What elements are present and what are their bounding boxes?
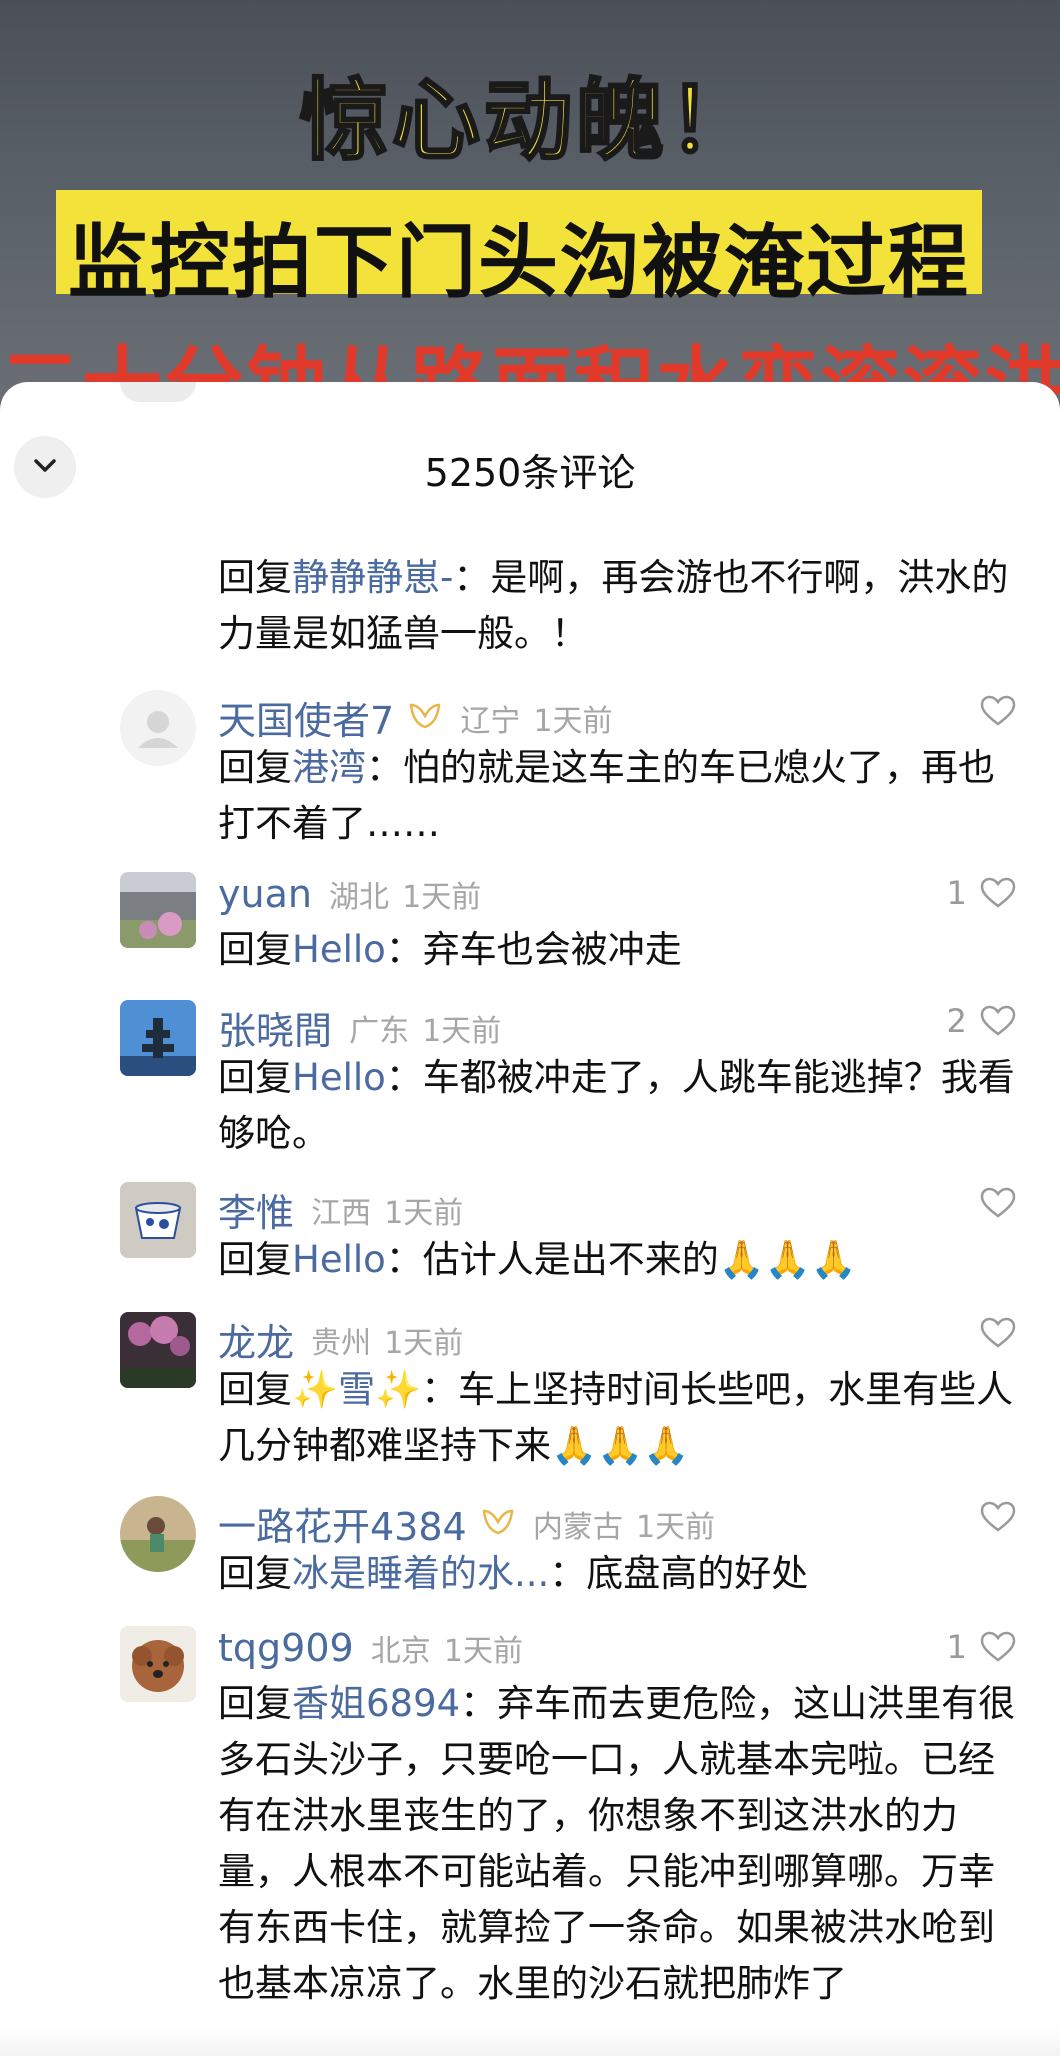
comment-text: ：弃车而去更危险，这山洪里有很多石头沙子，只要呛一口，人就基本完啦。已经有在洪水… bbox=[218, 1682, 1016, 2005]
comment-body: 回复✨雪✨：车上坚持时间长些吧，水里有些人几分钟都难坚持下来🙏🙏🙏 bbox=[218, 1362, 1018, 1474]
timestamp: 1天前 bbox=[533, 703, 613, 739]
timestamp: 1天前 bbox=[422, 1013, 502, 1049]
heart-icon bbox=[980, 1631, 1016, 1662]
comment-meta: tqg909 北京 1天前 bbox=[218, 1626, 523, 1676]
like-button[interactable] bbox=[972, 1498, 1016, 1542]
like-button[interactable]: 2 bbox=[947, 1002, 1016, 1046]
like-button[interactable] bbox=[972, 1314, 1016, 1358]
avatar[interactable] bbox=[120, 690, 196, 766]
username[interactable]: 龙龙 bbox=[218, 1321, 294, 1365]
comment-meta: 龙龙 贵州 1天前 bbox=[218, 1312, 464, 1365]
like-count: 2 bbox=[946, 1002, 967, 1040]
username[interactable]: 李惟 bbox=[218, 1191, 294, 1235]
reply-prefix: 回复 bbox=[218, 1238, 292, 1281]
username[interactable]: yuan bbox=[218, 872, 312, 916]
reply-prefix: 回复 bbox=[218, 1368, 292, 1411]
reply-target[interactable]: ✨雪✨ bbox=[292, 1368, 421, 1411]
heart-icon bbox=[980, 877, 1016, 908]
reply-target[interactable]: 冰是睡着的水... bbox=[292, 1552, 549, 1595]
fan-badge-icon bbox=[480, 1507, 516, 1541]
comment-body: 回复静静静崽-：是啊，再会游也不行啊，洪水的力量是如猛兽一般。！ bbox=[218, 550, 1018, 662]
avatar[interactable] bbox=[120, 872, 196, 948]
video-title-line1: 惊心动魄！ bbox=[298, 68, 760, 174]
comment-text: ：估计人是出不来的🙏🙏🙏 bbox=[385, 1238, 858, 1281]
username[interactable]: 一路花开4384 bbox=[218, 1505, 467, 1549]
avatar-image bbox=[120, 1496, 196, 1572]
comment-meta: 一路花开4384 内蒙古 1天前 bbox=[218, 1496, 716, 1549]
bottom-input-bar-edge bbox=[0, 2026, 1060, 2056]
comment-body: 回复Hello：弃车也会被冲走 bbox=[218, 922, 1018, 978]
like-count: 1 bbox=[946, 1628, 967, 1666]
avatar-image bbox=[120, 1182, 196, 1258]
region: 广东 bbox=[349, 1013, 410, 1049]
username[interactable]: 张晓間 bbox=[218, 1009, 332, 1053]
reply-prefix: 回复 bbox=[218, 1552, 292, 1595]
region: 江西 bbox=[311, 1195, 372, 1231]
like-button[interactable]: 1 bbox=[947, 1628, 1016, 1672]
reply-target[interactable]: 香姐6894 bbox=[292, 1682, 460, 1725]
username[interactable]: tqg909 bbox=[218, 1626, 354, 1670]
comment-meta: 天国使者7 辽宁 1天前 bbox=[218, 690, 613, 743]
region: 内蒙古 bbox=[532, 1509, 623, 1545]
comment-body: 回复港湾：怕的就是这车主的车已熄火了，再也打不着了…… bbox=[218, 740, 1018, 852]
comment-body: 回复Hello：估计人是出不来的🙏🙏🙏 bbox=[218, 1232, 1018, 1288]
reply-target[interactable]: 港湾 bbox=[292, 746, 366, 789]
avatar[interactable] bbox=[120, 1000, 196, 1076]
avatar[interactable] bbox=[120, 1312, 196, 1388]
like-count: 1 bbox=[946, 874, 967, 912]
comment-body: 回复香姐6894：弃车而去更危险，这山洪里有很多石头沙子，只要呛一口，人就基本完… bbox=[218, 1676, 1018, 2012]
default-avatar-icon bbox=[120, 690, 196, 766]
reply-prefix: 回复 bbox=[218, 1056, 292, 1099]
heart-icon bbox=[980, 1005, 1016, 1036]
heart-icon bbox=[980, 1187, 1016, 1218]
comments-sheet: 5250条评论 回复静静静崽-：是啊，再会游也不行啊，洪水的力量是如猛兽一般。！… bbox=[0, 382, 1060, 2056]
heart-icon bbox=[980, 695, 1016, 726]
heart-icon bbox=[980, 1317, 1016, 1348]
timestamp: 1天前 bbox=[636, 1509, 716, 1545]
like-button[interactable] bbox=[972, 692, 1016, 736]
reply-prefix: 回复 bbox=[218, 746, 292, 789]
avatar[interactable] bbox=[120, 382, 196, 402]
timestamp: 1天前 bbox=[402, 880, 482, 915]
reply-target[interactable]: 静静静崽- bbox=[292, 556, 453, 599]
timestamp: 1天前 bbox=[384, 1325, 464, 1361]
like-button[interactable] bbox=[972, 1184, 1016, 1228]
timestamp: 1天前 bbox=[384, 1195, 464, 1231]
video-title-line2: 监控拍下门头沟被淹过程 bbox=[68, 216, 970, 309]
comment-text: ：弃车也会被冲走 bbox=[385, 928, 682, 971]
region: 北京 bbox=[370, 1634, 431, 1669]
region: 辽宁 bbox=[460, 703, 521, 739]
region: 湖北 bbox=[329, 880, 390, 915]
avatar[interactable] bbox=[120, 1496, 196, 1572]
comments-count-title: 5250条评论 bbox=[424, 451, 636, 495]
like-button[interactable]: 1 bbox=[947, 874, 1016, 918]
avatar-image bbox=[120, 1000, 196, 1076]
reply-target[interactable]: Hello bbox=[292, 1238, 386, 1281]
comment-meta: yuan 湖北 1天前 bbox=[218, 872, 481, 922]
reply-target[interactable]: Hello bbox=[292, 1056, 386, 1099]
reply-target[interactable]: Hello bbox=[292, 928, 386, 971]
avatar-image bbox=[120, 1312, 196, 1388]
reply-prefix: 回复 bbox=[218, 556, 292, 599]
reply-prefix: 回复 bbox=[218, 928, 292, 971]
video-title-highlight: 监控拍下门头沟被淹过程 bbox=[56, 190, 982, 309]
video-banner[interactable]: 惊心动魄！ 监控拍下门头沟被淹过程 二十分钟从路面积水变滚滚洪流 bbox=[0, 0, 1060, 400]
comment-body: 回复冰是睡着的水...：底盘高的好处 bbox=[218, 1546, 1018, 1602]
fan-badge-icon bbox=[407, 701, 443, 735]
reply-prefix: 回复 bbox=[218, 1682, 292, 1725]
region: 贵州 bbox=[311, 1325, 372, 1361]
comment-text: ：底盘高的好处 bbox=[549, 1552, 809, 1595]
comment-meta: 李惟 江西 1天前 bbox=[218, 1182, 464, 1235]
comment-body: 回复Hello：车都被冲走了，人跳车能逃掉？我看够呛。 bbox=[218, 1050, 1018, 1162]
avatar-image bbox=[120, 872, 196, 948]
heart-icon bbox=[980, 1501, 1016, 1532]
timestamp: 1天前 bbox=[443, 1634, 523, 1669]
avatar[interactable] bbox=[120, 1626, 196, 1702]
avatar-image bbox=[120, 1626, 196, 1702]
comment-meta: 张晓間 广东 1天前 bbox=[218, 1000, 502, 1053]
avatar[interactable] bbox=[120, 1182, 196, 1258]
username[interactable]: 天国使者7 bbox=[218, 699, 394, 743]
